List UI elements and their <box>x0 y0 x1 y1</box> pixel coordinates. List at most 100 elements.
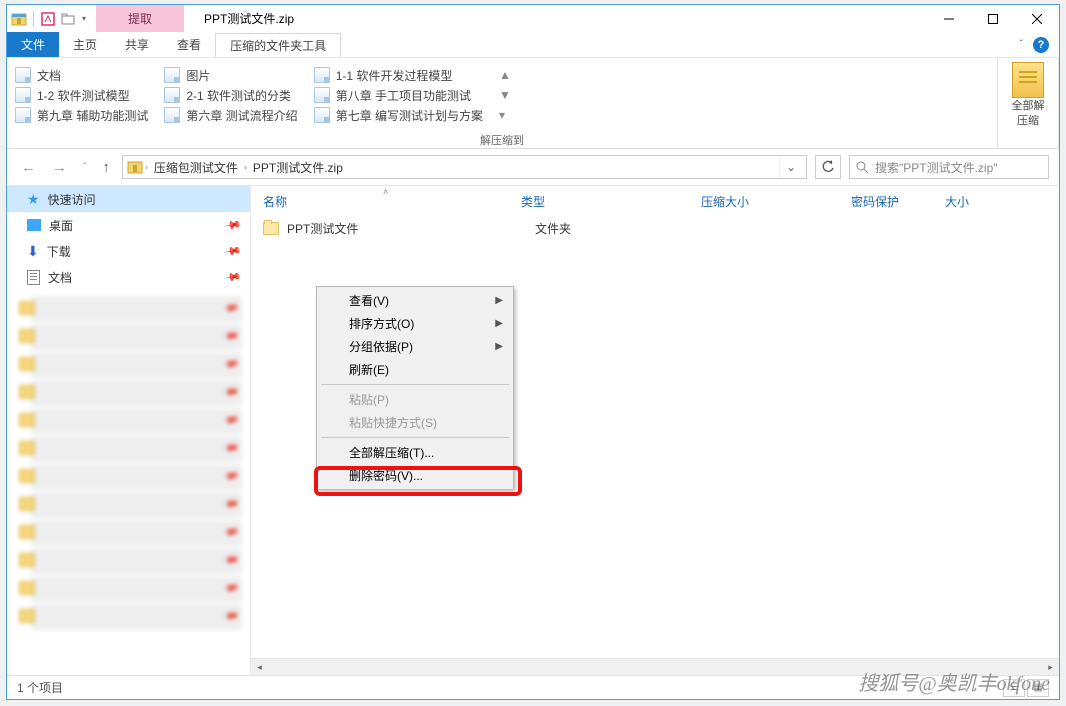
extract-dest[interactable]: 第八章 手工项目功能测试 <box>314 87 483 104</box>
explorer-window: ▾ 提取 PPT测试文件.zip 文件 主页 共享 查看 压缩的文件夹工具 ˇ … <box>6 4 1060 700</box>
window-title: PPT测试文件.zip <box>184 5 927 32</box>
folder-icon <box>314 87 330 103</box>
sidebar-quick-access[interactable]: ★快速访问 <box>7 186 250 212</box>
extract-icon <box>1012 62 1044 98</box>
sidebar-item-blurred[interactable]: 📌 <box>31 464 242 490</box>
menu-view[interactable]: 查看(V)▶ <box>319 289 511 312</box>
quick-access-toolbar: ▾ <box>7 5 92 32</box>
submenu-arrow-icon: ▶ <box>495 295 503 306</box>
pin-icon: 📌 <box>224 216 243 235</box>
submenu-arrow-icon: ▶ <box>495 341 503 352</box>
close-button[interactable] <box>1015 5 1059 32</box>
sidebar-item-blurred[interactable]: 📌 <box>31 324 242 350</box>
folder-icon <box>15 87 31 103</box>
recent-locations-icon[interactable]: ˇ <box>79 160 90 175</box>
col-type[interactable]: 类型 <box>521 193 701 210</box>
menu-group[interactable]: 分组依据(P)▶ <box>319 335 511 358</box>
breadcrumb-segment[interactable]: 压缩包测试文件 <box>150 159 242 176</box>
extract-dest[interactable]: 文档 <box>15 67 148 84</box>
pin-icon: 📌 <box>224 268 243 287</box>
details-view-button[interactable]: ☰ <box>1003 679 1025 697</box>
sidebar-item-blurred[interactable]: 📌 <box>31 436 242 462</box>
menu-paste-shortcut: 粘贴快捷方式(S) <box>319 411 511 434</box>
refresh-button[interactable] <box>815 155 841 179</box>
contextual-tab-header: 提取 <box>96 5 184 32</box>
gallery-down-icon[interactable]: ▼ <box>499 88 511 102</box>
extract-dest[interactable]: 第七章 编写测试计划与方案 <box>314 107 483 124</box>
horizontal-scrollbar[interactable]: ◂ ▸ <box>251 658 1059 675</box>
icons-view-button[interactable]: ▦ <box>1027 679 1049 697</box>
search-icon <box>856 161 869 174</box>
search-input[interactable]: 搜索"PPT测试文件.zip" <box>849 155 1049 179</box>
scroll-right-icon[interactable]: ▸ <box>1042 659 1059 675</box>
up-button[interactable]: ↑ <box>98 157 114 178</box>
compressed-folder-tools-tab[interactable]: 压缩的文件夹工具 <box>215 33 341 57</box>
share-tab[interactable]: 共享 <box>111 32 163 57</box>
maximize-button[interactable] <box>971 5 1015 32</box>
folder-icon <box>314 67 330 83</box>
breadcrumb-dropdown-icon[interactable]: ⌄ <box>779 156 802 178</box>
item-count: 1 个项目 <box>17 679 63 696</box>
sidebar-item-blurred[interactable]: 📌 <box>31 408 242 434</box>
menu-sort[interactable]: 排序方式(O)▶ <box>319 312 511 335</box>
scroll-left-icon[interactable]: ◂ <box>251 659 268 675</box>
menu-remove-password[interactable]: 删除密码(V)... <box>319 464 511 487</box>
extract-dest[interactable]: 1-1 软件开发过程模型 <box>314 67 483 84</box>
folder-icon <box>263 222 279 235</box>
sidebar-item-blurred[interactable]: 📌 <box>31 380 242 406</box>
view-tab[interactable]: 查看 <box>163 32 215 57</box>
sidebar-item-blurred[interactable]: 📌 <box>31 520 242 546</box>
titlebar: ▾ 提取 PPT测试文件.zip <box>7 5 1059 32</box>
extract-dest[interactable]: 第六章 测试流程介绍 <box>164 107 297 124</box>
extract-all-button[interactable]: 全部解 压缩 <box>998 58 1058 132</box>
sidebar-item-blurred[interactable]: 📌 <box>31 576 242 602</box>
extract-dest[interactable]: 1-2 软件测试模型 <box>15 87 148 104</box>
group-label: 解压缩到 <box>7 132 997 148</box>
extract-dest[interactable]: 2-1 软件测试的分类 <box>164 87 297 104</box>
sidebar-downloads[interactable]: ⬇下载📌 <box>7 238 250 264</box>
menu-refresh[interactable]: 刷新(E) <box>319 358 511 381</box>
download-icon: ⬇ <box>27 243 39 260</box>
list-item[interactable]: PPT测试文件 文件夹 <box>251 216 1059 240</box>
desktop-icon <box>27 219 41 231</box>
sort-indicator-icon: ˄ <box>383 187 388 197</box>
document-icon <box>27 270 40 285</box>
submenu-arrow-icon: ▶ <box>495 318 503 329</box>
sidebar-item-blurred[interactable]: 📌 <box>31 548 242 574</box>
folder-icon <box>314 107 330 123</box>
ribbon-tabs: 文件 主页 共享 查看 压缩的文件夹工具 ˇ ? <box>7 32 1059 57</box>
navigation-pane: ★快速访问 桌面📌 ⬇下载📌 文档📌 📌 📌 📌 📌 📌 📌 📌 📌 📌 📌 📌… <box>7 186 251 675</box>
star-icon: ★ <box>27 191 40 208</box>
col-name[interactable]: 名称˄ <box>263 193 521 210</box>
minimize-ribbon-icon[interactable]: ˇ <box>1020 39 1023 50</box>
breadcrumb-segment[interactable]: PPT测试文件.zip <box>249 159 347 176</box>
folder-icon <box>164 107 180 123</box>
qat-properties-icon[interactable] <box>40 11 56 27</box>
sidebar-item-blurred[interactable]: 📌 <box>31 296 242 322</box>
sidebar-item-blurred[interactable]: 📌 <box>31 352 242 378</box>
menu-extract-all[interactable]: 全部解压缩(T)... <box>319 441 511 464</box>
col-compressed-size[interactable]: 压缩大小 <box>701 193 851 210</box>
app-icon <box>11 11 27 27</box>
sidebar-desktop[interactable]: 桌面📌 <box>7 212 250 238</box>
back-button[interactable]: ← <box>17 157 40 178</box>
qat-dropdown-icon[interactable]: ▾ <box>80 14 88 23</box>
sidebar-item-blurred[interactable]: 📌 <box>31 604 242 630</box>
file-tab[interactable]: 文件 <box>7 32 59 57</box>
home-tab[interactable]: 主页 <box>59 32 111 57</box>
column-headers: 名称˄ 类型 压缩大小 密码保护 大小 <box>251 186 1059 216</box>
breadcrumb[interactable]: › 压缩包测试文件 › PPT测试文件.zip ⌄ <box>122 155 807 179</box>
qat-new-folder-icon[interactable] <box>60 11 76 27</box>
context-menu: 查看(V)▶ 排序方式(O)▶ 分组依据(P)▶ 刷新(E) 粘贴(P) 粘贴快… <box>316 286 514 490</box>
sidebar-item-blurred[interactable]: 📌 <box>31 492 242 518</box>
col-size[interactable]: 大小 <box>945 193 1009 210</box>
gallery-more-icon[interactable]: ▾ <box>499 108 511 122</box>
folder-icon <box>164 67 180 83</box>
extract-dest[interactable]: 第九章 辅助功能测试 <box>15 107 148 124</box>
help-icon[interactable]: ? <box>1033 37 1049 53</box>
sidebar-documents[interactable]: 文档📌 <box>7 264 250 290</box>
extract-dest[interactable]: 图片 <box>164 67 297 84</box>
gallery-up-icon[interactable]: ▲ <box>499 68 511 82</box>
minimize-button[interactable] <box>927 5 971 32</box>
col-password[interactable]: 密码保护 <box>851 193 945 210</box>
